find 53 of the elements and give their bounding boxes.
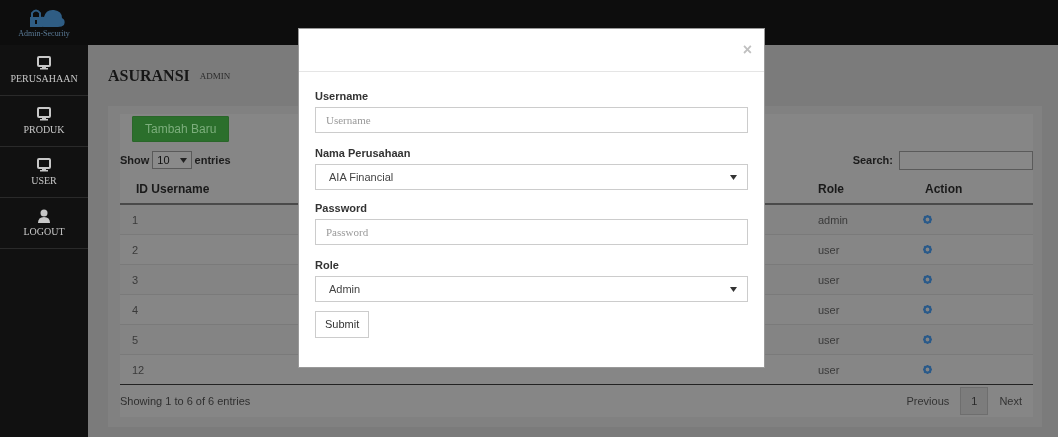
table-cell: user: [818, 363, 840, 376]
field-label: Username: [315, 90, 370, 102]
search-field[interactable]: [899, 150, 1033, 170]
table-cell: user: [818, 273, 840, 286]
entries-info: Showing 1 to 6 of 6 entries: [120, 395, 251, 407]
settings-icon[interactable]: [923, 305, 932, 314]
input-field[interactable]: Username: [315, 107, 748, 133]
pagination-button[interactable]: Next: [988, 387, 1033, 415]
monitor-icon: [37, 107, 51, 121]
select-field[interactable]: Admin: [315, 276, 748, 302]
table-cell: admin: [818, 213, 848, 226]
table-cell: user: [818, 333, 840, 346]
entries-label: entries: [194, 154, 231, 166]
table-cell: 12: [132, 363, 145, 376]
sidebar-item[interactable]: PERUSAHAAN: [0, 45, 88, 96]
field-label: Password: [315, 202, 368, 214]
table-cell: 2: [132, 243, 139, 256]
table-cell: user: [818, 303, 840, 316]
column-header: Action: [925, 181, 963, 196]
column-header: ID Username: [136, 181, 210, 196]
monitor-icon: [37, 158, 51, 172]
user-icon: [37, 209, 51, 223]
pagination-button[interactable]: 1: [960, 387, 989, 415]
submit-button[interactable]: Submit: [315, 310, 370, 338]
table-cell: 3: [132, 273, 139, 286]
caret-icon: [730, 174, 737, 180]
settings-icon[interactable]: [923, 215, 932, 224]
sidebar-item[interactable]: PRODUK: [0, 96, 88, 147]
sidebar-item[interactable]: LOGOUT: [0, 198, 88, 249]
show-label: Show: [120, 154, 150, 166]
entries-select[interactable]: 10: [152, 151, 192, 169]
settings-icon[interactable]: [923, 335, 932, 344]
select-field[interactable]: AIA Financial: [315, 164, 748, 190]
sidebar-item[interactable]: USER: [0, 147, 88, 198]
page-title: ASURANSI: [108, 66, 190, 85]
input-field[interactable]: Password: [315, 219, 748, 245]
settings-icon[interactable]: [923, 245, 932, 254]
field-label: Nama Perusahaan: [315, 147, 412, 159]
table-cell: 5: [132, 333, 139, 346]
caret-icon: [730, 286, 737, 292]
monitor-icon: [37, 56, 51, 70]
table-cell: 1: [132, 213, 139, 226]
pagination-button[interactable]: Previous: [895, 387, 961, 415]
table-cell: user: [818, 243, 840, 256]
settings-icon[interactable]: [923, 275, 932, 284]
column-header: Role: [818, 181, 844, 196]
caret-icon: [179, 157, 187, 163]
table-cell: 4: [132, 303, 139, 316]
page-subtitle: ADMIN: [199, 70, 231, 81]
settings-icon[interactable]: [923, 365, 932, 374]
logo-text: Admin-Security: [18, 29, 70, 38]
field-label: Role: [315, 259, 340, 271]
search-label: Search:: [852, 154, 893, 166]
